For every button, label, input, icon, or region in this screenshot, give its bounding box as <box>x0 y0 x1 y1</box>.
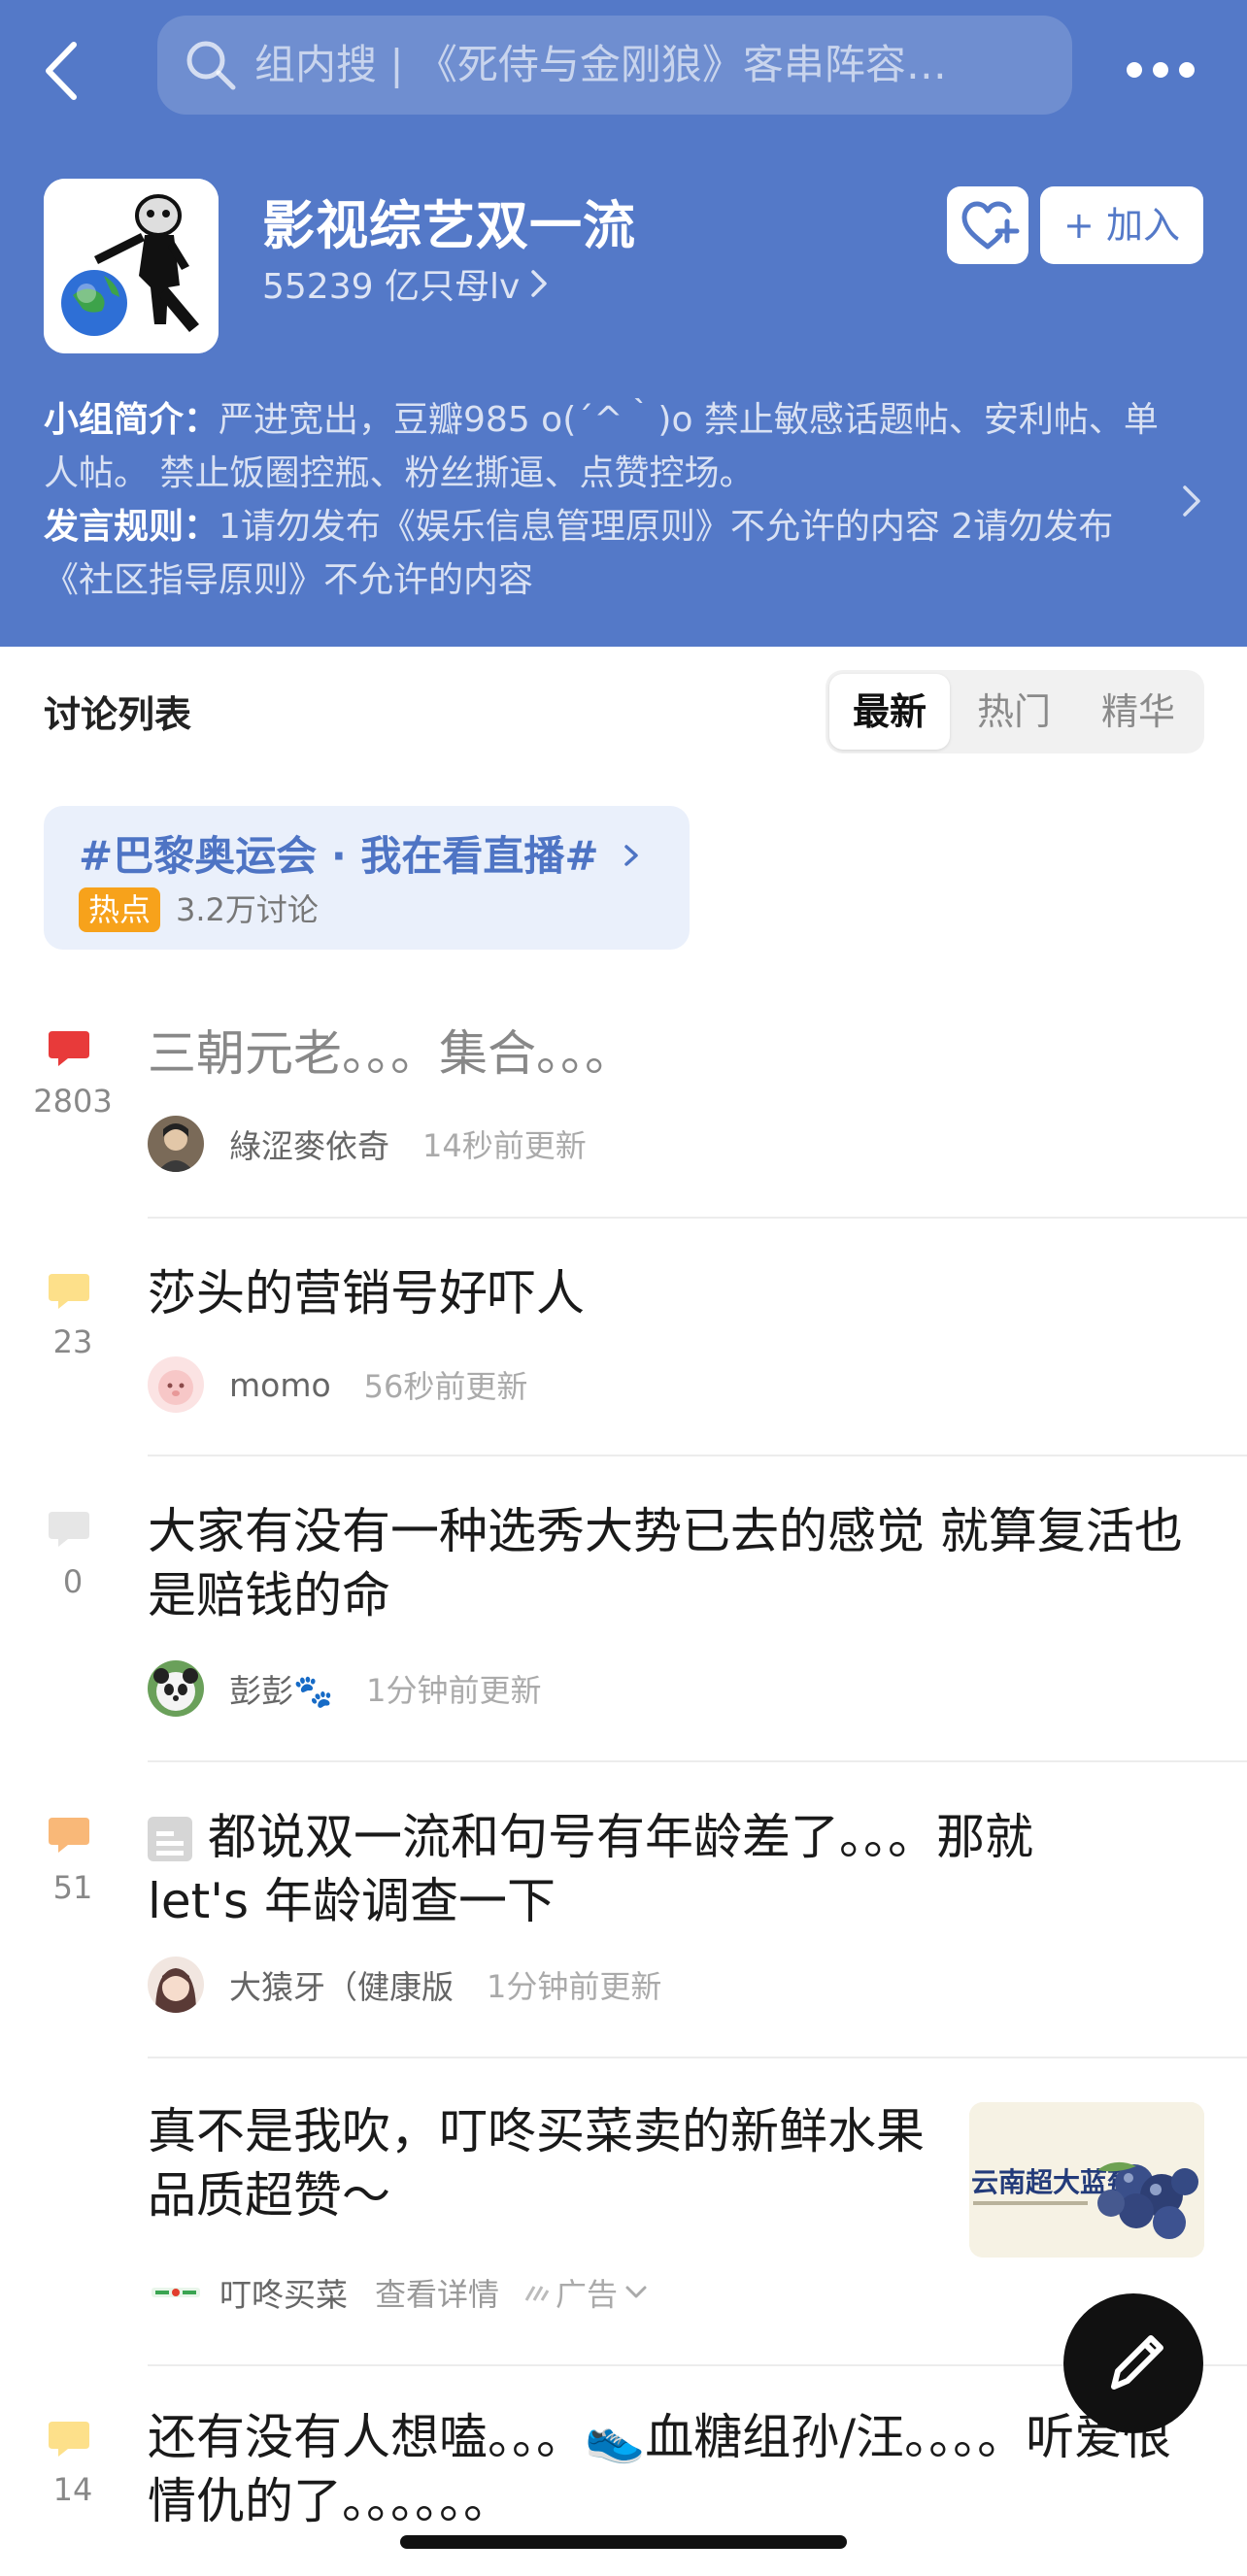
group-name: 影视综艺双一流 <box>262 195 636 256</box>
comment-bubble-icon <box>49 1274 89 1309</box>
group-intro[interactable]: 小组简介：严进宽出，豆瓣985 o(´^｀)o 禁止敏感话题帖、安利帖、单人帖。… <box>44 393 1161 607</box>
chevron-right-icon <box>531 270 548 297</box>
intro-paragraph: 小组简介：严进宽出，豆瓣985 o(´^｀)o 禁止敏感话题帖、安利帖、单人帖。… <box>44 393 1161 500</box>
update-time: 1分钟前更新 <box>366 1672 542 1709</box>
ad-detail-link[interactable]: 查看详情 <box>375 2270 499 2315</box>
author-name: 大猿牙（健康版 <box>229 1968 454 2006</box>
topic-title: #巴黎奥运会 · 我在看直播# <box>79 823 642 883</box>
comment-bubble-icon <box>49 1031 89 1066</box>
intro-label: 小组简介： <box>44 400 219 440</box>
pencil-icon <box>1111 2335 1163 2390</box>
tab-hot[interactable]: 热门 <box>952 670 1076 753</box>
group-header: 组内搜 | 《死侍与金刚狼》客串阵容… 影视综艺双一流 55239 亿只母lv <box>0 0 1247 647</box>
reply-count: 23 <box>52 1323 93 1360</box>
post-title: 还有没有人想嗑。。。👟血糖组孙/汪。。。。听爱恨情仇的了。。。。。。 <box>148 2409 1172 2529</box>
topic-discussion-count: 3.2万讨论 <box>176 891 319 928</box>
chevron-right-icon[interactable] <box>1177 482 1206 520</box>
reply-count: 14 <box>52 2471 93 2508</box>
favorite-button[interactable] <box>947 186 1028 264</box>
comment-bubble-icon <box>49 1818 89 1853</box>
search-input[interactable]: 组内搜 | 《死侍与金刚狼》客串阵容… <box>157 16 1072 115</box>
back-icon[interactable] <box>39 37 87 105</box>
reply-count: 0 <box>62 1563 84 1600</box>
compose-button[interactable] <box>1063 2293 1203 2433</box>
document-icon <box>148 1817 192 1861</box>
search-placeholder: 组内搜 | 《死侍与金刚狼》客串阵容… <box>254 41 947 88</box>
avatar <box>148 1660 204 1717</box>
heart-plus-icon <box>961 201 1020 250</box>
more-icon[interactable] <box>1127 50 1195 89</box>
post-author[interactable]: 綠涩麥依奇 14秒前更新 <box>148 1116 587 1172</box>
post-title: 莎头的营销号好吓人 <box>148 1265 585 1321</box>
ad-image[interactable]: 云南超大蓝莓 <box>969 2102 1204 2258</box>
group-members[interactable]: 55239 亿只母lv <box>262 258 549 309</box>
update-time: 14秒前更新 <box>422 1127 587 1164</box>
comment-bubble-icon <box>49 1512 89 1547</box>
ad-brand: 叮咚买菜 <box>219 2276 348 2314</box>
ad-meta: 叮咚买菜 查看详情 广告 <box>148 2264 649 2321</box>
hot-badge: 热点 <box>79 887 161 932</box>
post-title: 大家有没有一种选秀大势已去的感觉 就算复活也是赔钱的命 <box>148 1503 1183 1623</box>
ad-icon <box>524 2286 550 2301</box>
group-avatar[interactable] <box>44 179 219 353</box>
sort-tabs: 最新 热门 精华 <box>826 670 1204 753</box>
ad-tag[interactable]: 广告 <box>522 2270 649 2315</box>
trending-topic-card[interactable]: #巴黎奥运会 · 我在看直播# 热点 3.2万讨论 <box>44 806 690 950</box>
update-time: 56秒前更新 <box>363 1368 528 1405</box>
tab-featured[interactable]: 精华 <box>1076 670 1200 753</box>
list-item[interactable]: 2803 三朝元老。。。集合。。。 綠涩麥依奇 14秒前更新 <box>0 1000 1247 1219</box>
reply-count: 51 <box>52 1869 93 1906</box>
post-author[interactable]: momo 56秒前更新 <box>148 1356 527 1413</box>
chevron-right-icon <box>624 845 638 866</box>
author-name: 綠涩麥依奇 <box>229 1127 389 1165</box>
post-title: 都说双一流和句号有年龄差了。。。那就let's 年龄调查一下 <box>148 1809 1033 1929</box>
home-indicator <box>400 2535 847 2549</box>
ad-title: 真不是我吹，叮咚买菜卖的新鲜水果品质超赞～ <box>148 2103 925 2224</box>
avatar <box>148 1116 204 1172</box>
member-count: 55239 亿只母lv <box>262 267 521 307</box>
list-item[interactable]: 23 莎头的营销号好吓人 momo 56秒前更新 <box>0 1219 1247 1456</box>
comment-bubble-icon <box>49 2422 89 2457</box>
avatar <box>148 1957 204 2013</box>
join-button[interactable]: + 加入 <box>1040 186 1203 264</box>
avatar <box>148 1356 204 1413</box>
post-title: 三朝元老。。。集合。。。 <box>148 1025 633 1082</box>
rules-label: 发言规则： <box>44 507 219 547</box>
author-name: momo <box>229 1365 331 1404</box>
brand-logo <box>148 2264 204 2321</box>
list-item[interactable]: 51 都说双一流和句号有年龄差了。。。那就let's 年龄调查一下 大猿牙（健康… <box>0 1762 1247 2058</box>
post-author[interactable]: 大猿牙（健康版 1分钟前更新 <box>148 1957 661 2013</box>
rules-paragraph: 发言规则：1请勿发布《娱乐信息管理原则》不允许的内容 2请勿发布《社区指导原则》… <box>44 500 1161 607</box>
discussion-list-title: 讨论列表 <box>44 693 192 736</box>
chevron-down-icon <box>625 2286 647 2298</box>
search-icon <box>183 37 239 93</box>
post-author[interactable]: 彭彭🐾 1分钟前更新 <box>148 1660 541 1717</box>
reply-count: 2803 <box>33 1083 113 1120</box>
tab-latest[interactable]: 最新 <box>829 674 950 750</box>
author-name: 彭彭🐾 <box>229 1672 334 1710</box>
list-item[interactable]: 0 大家有没有一种选秀大势已去的感觉 就算复活也是赔钱的命 彭彭🐾 1分钟前更新 <box>0 1456 1247 1762</box>
update-time: 1分钟前更新 <box>487 1968 662 2005</box>
